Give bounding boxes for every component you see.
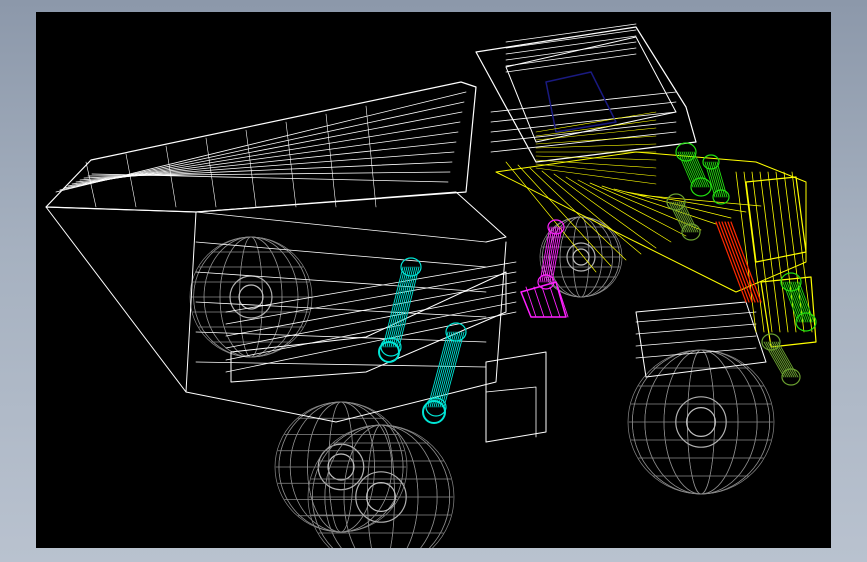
green-hydraulics (666, 142, 817, 386)
rear-wheel-upper-left (189, 236, 313, 358)
red-strut (715, 221, 762, 303)
truck-wireframe-model (45, 23, 817, 548)
window-frame (0, 0, 867, 562)
rear-wheel-lower-left (274, 401, 408, 533)
cad-viewport[interactable] (36, 12, 831, 548)
dump-bed (45, 81, 547, 443)
cyan-hydraulic-cylinders (378, 257, 467, 424)
front-wheel-right (627, 349, 775, 495)
cab-frame (475, 23, 767, 378)
